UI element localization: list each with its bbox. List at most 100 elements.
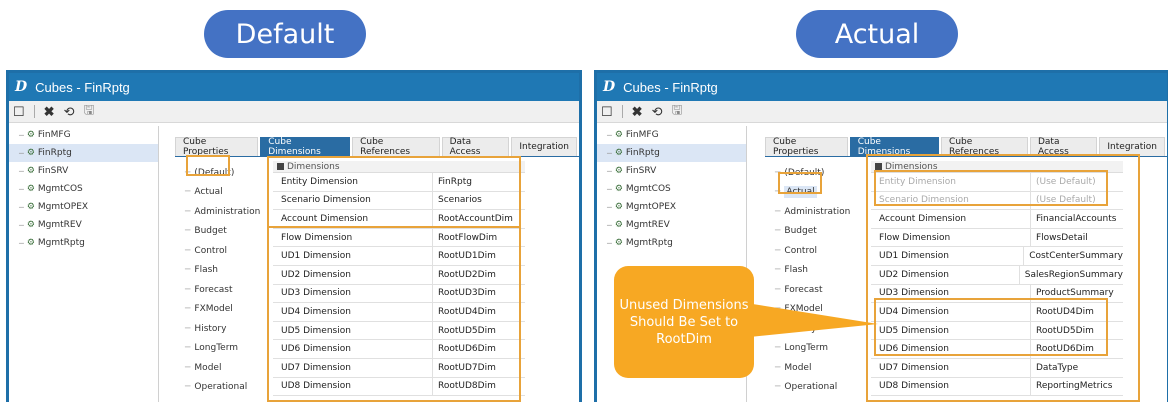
delete-icon[interactable]: ✖ xyxy=(632,104,643,120)
scenario-item[interactable]: ─ (Default) xyxy=(769,163,857,183)
scenario-item[interactable]: ─ (Default) xyxy=(179,163,267,183)
tree-item-finmfg[interactable]: ─ ⚙ FinMFG xyxy=(9,126,158,144)
tab-integration[interactable]: Integration xyxy=(1099,137,1165,156)
tab-data-access[interactable]: Data Access xyxy=(1029,137,1098,157)
scenario-label: Control xyxy=(784,245,817,256)
scenario-item[interactable]: ─ LongTerm xyxy=(179,339,267,359)
save-icon[interactable]: 🖫 xyxy=(671,101,682,123)
save-icon[interactable]: 🖫 xyxy=(83,101,94,123)
dimension-value-cell[interactable]: SalesRegionSummary xyxy=(1020,270,1123,280)
dimension-value-cell[interactable]: CostCenterSummary xyxy=(1024,251,1123,261)
scenario-label: FXModel xyxy=(784,304,823,315)
tree-item-mgmtcos[interactable]: ─ ⚙ MgmtCOS xyxy=(597,180,746,198)
dimension-value-cell[interactable]: ReportingMetrics xyxy=(1031,381,1112,391)
new-icon[interactable]: ☐ xyxy=(13,104,25,120)
tree-item-finsrv[interactable]: ─ ⚙ FinSRV xyxy=(9,162,158,180)
tree-item-label: MgmtRptg xyxy=(625,238,673,248)
scenario-item[interactable]: ─ FXModel xyxy=(179,300,267,320)
tree-branch-line: ─ xyxy=(185,362,191,373)
collapse-icon[interactable] xyxy=(277,163,284,170)
dimension-value-cell[interactable]: FinancialAccounts xyxy=(1031,214,1116,224)
dimension-value-cell[interactable]: RootFlowDim xyxy=(433,233,497,243)
tree-item-mgmtcos[interactable]: ─ ⚙ MgmtCOS xyxy=(9,180,158,198)
scenario-item[interactable]: ─ Flash xyxy=(769,261,857,281)
tab-cube-properties[interactable]: Cube Properties xyxy=(175,137,259,157)
scenario-item[interactable]: ─ FXModel xyxy=(769,300,857,320)
scenario-label: Actual xyxy=(194,187,223,198)
scenario-item[interactable]: ─ Flash xyxy=(179,261,267,281)
tree-item-finmfg[interactable]: ─ ⚙ FinMFG xyxy=(597,126,746,144)
tree-item-finsrv[interactable]: ─ ⚙ FinSRV xyxy=(597,162,746,180)
scenario-item[interactable]: ─ Control xyxy=(769,241,857,261)
scenario-item[interactable]: ─ Operational xyxy=(179,378,267,398)
scenario-item[interactable]: ─ Operational xyxy=(769,378,857,398)
tab-cube-dimensions[interactable]: Cube Dimensions xyxy=(849,137,940,157)
app-logo-icon: D xyxy=(15,79,28,95)
scenario-item[interactable]: ─Plan xyxy=(179,397,267,402)
dimension-value-cell[interactable]: RootUD7Dim xyxy=(433,363,496,373)
tree-item-finrptg[interactable]: ─ ⚙ FinRptg xyxy=(9,144,158,162)
scenario-item[interactable]: ─ Actual xyxy=(769,183,857,203)
dimension-value-cell[interactable]: RootUD3Dim xyxy=(433,288,496,298)
tree-branch-line: ─ xyxy=(19,184,24,194)
tab-cube-references[interactable]: Cube References xyxy=(352,137,440,157)
dimension-value-cell[interactable]: ProductSummary xyxy=(1031,288,1114,298)
scenario-item[interactable]: ─ Forecast xyxy=(179,280,267,300)
dimension-value-cell[interactable]: RootAccountDim xyxy=(433,214,513,224)
refresh-icon[interactable]: ⟲ xyxy=(652,104,663,120)
tab-data-access[interactable]: Data Access xyxy=(441,137,510,157)
tab-cube-properties[interactable]: Cube Properties xyxy=(765,137,848,157)
dimension-value-cell[interactable]: DataType xyxy=(1031,363,1078,373)
dimension-name-cell: UD4 Dimension xyxy=(273,303,433,321)
dimension-value-cell[interactable]: RootUD6Dim xyxy=(1031,344,1094,354)
dimension-value-cell[interactable]: (Use Default) xyxy=(1031,177,1096,187)
dimension-value-cell[interactable]: RootUD1Dim xyxy=(433,251,496,261)
refresh-icon[interactable]: ⟲ xyxy=(64,104,75,120)
scenario-item[interactable]: ─ Budget xyxy=(769,222,857,242)
dimension-value-cell[interactable]: RootUD8Dim xyxy=(433,381,496,391)
dimension-value-cell[interactable]: FlowsDetail xyxy=(1031,233,1088,243)
scenario-item[interactable]: ─ Administration xyxy=(769,202,857,222)
dimension-value-cell[interactable]: RootUD4Dim xyxy=(433,307,496,317)
dimension-value-cell[interactable]: RootUD5Dim xyxy=(1031,326,1094,336)
tree-item-mgmtopex[interactable]: ─ ⚙ MgmtOPEX xyxy=(597,198,746,216)
dimension-value-cell[interactable]: RootUD5Dim xyxy=(433,326,496,336)
dimension-name-cell: UD3 Dimension xyxy=(273,284,433,303)
scenario-item[interactable]: ─ Administration xyxy=(179,202,267,222)
dimension-value-cell[interactable]: FinRptg xyxy=(433,177,472,187)
new-icon[interactable]: ☐ xyxy=(601,104,613,120)
scenario-item[interactable]: ─ Actual xyxy=(179,183,267,203)
tree-branch-line: ─ xyxy=(775,245,781,256)
dimension-value-cell[interactable]: RootUD2Dim xyxy=(433,270,496,280)
dimension-value-cell[interactable]: RootUD4Dim xyxy=(1031,307,1094,317)
tree-item-mgmtrev[interactable]: ─ ⚙ MgmtREV xyxy=(597,216,746,234)
dimension-value-cell[interactable]: Scenarios xyxy=(433,195,482,205)
tree-item-mgmtopex[interactable]: ─ ⚙ MgmtOPEX xyxy=(9,198,158,216)
dimension-value-cell[interactable]: (Use Default) xyxy=(1031,195,1096,205)
table-row: UD6 Dimension RootUD6Dim xyxy=(871,340,1123,359)
dimension-name-cell: UD1 Dimension xyxy=(871,247,1025,265)
scenario-item[interactable]: ─ History xyxy=(179,319,267,339)
scenario-item[interactable]: ─ Model xyxy=(179,358,267,378)
collapse-icon[interactable] xyxy=(875,163,882,170)
table-row: Account Dimension RootAccountDim xyxy=(273,210,525,229)
scenario-item[interactable]: ─ LongTerm xyxy=(769,339,857,359)
tab-cube-dimensions[interactable]: Cube Dimensions xyxy=(260,137,351,157)
tree-branch-line: ─ xyxy=(607,220,612,230)
tree-item-mgmtrptg[interactable]: ─ ⚙ MgmtRptg xyxy=(597,234,746,252)
scenario-label: Control xyxy=(194,245,227,256)
scenario-item[interactable]: ─ Budget xyxy=(179,222,267,242)
tab-cube-references[interactable]: Cube References xyxy=(941,137,1028,157)
scenario-item[interactable]: ─ Model xyxy=(769,358,857,378)
scenario-item[interactable]: ─Plan xyxy=(769,397,857,402)
table-row: UD2 Dimension SalesRegionSummary xyxy=(871,265,1123,285)
dimension-value-cell[interactable]: RootUD6Dim xyxy=(433,344,496,354)
tree-item-mgmtrptg[interactable]: ─ ⚙ MgmtRptg xyxy=(9,234,158,252)
scenario-item[interactable]: ─ History xyxy=(769,319,857,339)
tree-item-mgmtrev[interactable]: ─ ⚙ MgmtREV xyxy=(9,216,158,234)
tree-item-finrptg[interactable]: ─ ⚙ FinRptg xyxy=(597,144,746,162)
scenario-item[interactable]: ─ Forecast xyxy=(769,280,857,300)
tab-integration[interactable]: Integration xyxy=(511,137,577,156)
scenario-item[interactable]: ─ Control xyxy=(179,241,267,261)
delete-icon[interactable]: ✖ xyxy=(44,104,55,120)
